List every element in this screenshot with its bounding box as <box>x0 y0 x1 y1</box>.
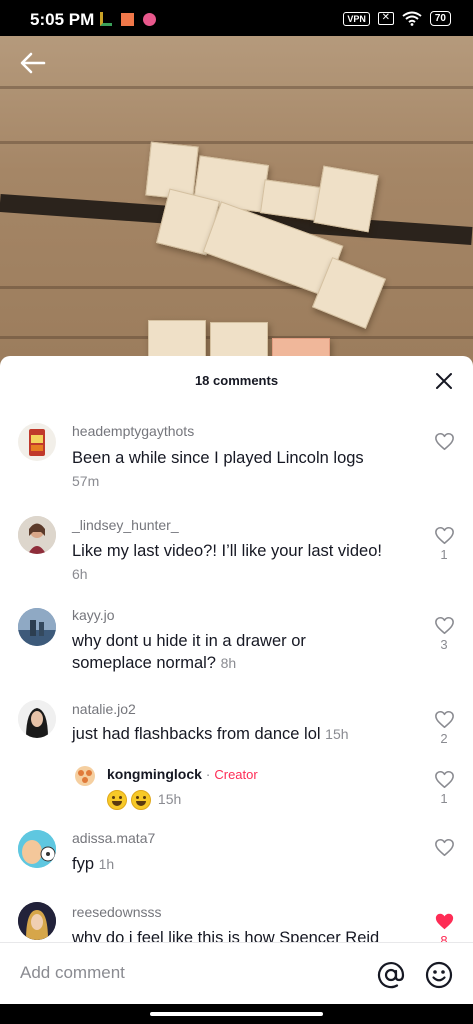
comment-time: 6h <box>72 566 88 582</box>
vpn-icon: VPN <box>343 11 370 26</box>
home-indicator[interactable] <box>150 1012 323 1016</box>
comment-time: 15h <box>325 726 349 742</box>
reply-username[interactable]: kongminglock <box>107 766 202 782</box>
comment-username[interactable]: adissa.mata7 <box>72 830 155 846</box>
comment-body: fyp 1h <box>72 853 372 875</box>
reply-body: 15h <box>107 790 181 810</box>
wood-block <box>148 320 206 360</box>
like-button[interactable]: 1 <box>433 526 455 562</box>
wifi-icon <box>402 11 422 26</box>
system-status: VPN ✕ 70 <box>343 11 451 26</box>
comment-time: 57m <box>72 473 100 489</box>
add-comment-input[interactable]: Add comment <box>20 963 125 983</box>
avatar[interactable] <box>73 764 97 788</box>
comment-text: just had flashbacks from dance lol <box>72 725 321 743</box>
comment-item: heademptygaythots Been a while since I p… <box>0 418 473 498</box>
comment-username[interactable]: natalie.jo2 <box>72 701 136 717</box>
avatar[interactable] <box>18 902 56 940</box>
comment-username[interactable]: _lindsey_hunter_ <box>72 517 179 533</box>
comment-text: why do i feel like this is how Spencer R… <box>72 929 380 942</box>
heart-icon[interactable] <box>434 710 455 729</box>
heart-icon[interactable] <box>434 432 455 451</box>
comment-body: Like my last video?! I’ll like your last… <box>72 540 412 562</box>
like-button[interactable]: 1 <box>433 770 455 806</box>
like-count: 1 <box>440 547 448 562</box>
comment-time: 8h <box>220 655 237 671</box>
like-count: 8 <box>440 933 448 942</box>
comment-text: Like my last video?! I’ll like your last… <box>72 542 382 560</box>
comment-body: Been a while since I played Lincoln logs <box>72 447 402 469</box>
comment-count: 18 comments <box>194 373 279 388</box>
close-icon[interactable] <box>435 372 453 390</box>
avatar[interactable] <box>18 516 56 554</box>
avatar-image <box>18 830 56 868</box>
app-notification-icon <box>121 12 134 26</box>
like-button[interactable]: 3 <box>433 616 455 652</box>
avatar[interactable] <box>18 830 56 868</box>
heart-icon[interactable] <box>434 838 455 857</box>
avatar[interactable] <box>18 608 56 646</box>
reply-separator: · <box>205 766 211 782</box>
emoji-icon[interactable] <box>425 961 453 989</box>
heart-icon[interactable] <box>434 770 455 789</box>
wood-grain <box>0 286 473 289</box>
reply-time: 15h <box>157 791 182 808</box>
battery-icon: 70 <box>429 11 451 26</box>
no-sim-icon: ✕ <box>377 12 394 25</box>
comment-time: 1h <box>98 856 115 872</box>
grinning-emoji <box>107 790 127 810</box>
avatar-image <box>18 516 56 554</box>
like-button[interactable] <box>433 838 455 857</box>
like-button[interactable]: 2 <box>433 710 455 746</box>
comment-username[interactable]: heademptygaythots <box>72 423 194 439</box>
comment-item: natalie.jo2 just had flashbacks from dan… <box>0 696 473 756</box>
reply-item: kongminglock · Creator 15h 1 <box>0 760 473 816</box>
at-icon[interactable] <box>377 961 405 989</box>
comment-item: reesedownsss why do i feel like this is … <box>0 900 473 942</box>
comment-username[interactable]: reesedownsss <box>72 904 162 920</box>
video-background[interactable] <box>0 36 473 376</box>
comment-input-bar: Add comment <box>0 942 473 1004</box>
comment-body: just had flashbacks from dance lol 15h <box>72 723 402 745</box>
avatar-image <box>75 766 95 786</box>
heart-icon[interactable] <box>434 616 455 635</box>
like-button[interactable] <box>433 432 455 451</box>
notification-icons <box>100 12 156 26</box>
reply-header: kongminglock · Creator <box>107 766 258 782</box>
avatar[interactable] <box>18 423 56 461</box>
comment-item: adissa.mata7 fyp 1h <box>0 826 473 886</box>
heart-filled-icon[interactable] <box>434 912 455 931</box>
heart-icon[interactable] <box>434 526 455 545</box>
wood-block <box>313 165 379 233</box>
avatar-image <box>29 429 45 456</box>
comment-text: why dont u hide it in a drawer or somepl… <box>72 632 306 672</box>
status-bar: 5:05 PM VPN ✕ 70 <box>0 0 473 36</box>
status-time: 5:05 PM <box>30 10 95 29</box>
app-notification-icon <box>100 12 112 26</box>
avatar-image <box>18 608 56 646</box>
like-count: 2 <box>440 731 448 746</box>
comment-username[interactable]: kayy.jo <box>72 607 115 623</box>
wood-grain <box>0 141 473 144</box>
app-notification-icon <box>143 12 156 26</box>
comment-body: why do i feel like this is how Spencer R… <box>72 927 412 942</box>
system-nav-bar <box>0 1004 473 1024</box>
comment-text: Been a while since I played Lincoln logs <box>72 449 364 467</box>
grinning-emoji <box>131 790 152 810</box>
creator-badge: Creator <box>214 767 258 782</box>
avatar[interactable] <box>18 700 56 738</box>
comment-item: kayy.jo why dont u hide it in a drawer o… <box>0 602 473 692</box>
comments-header: 18 comments <box>0 356 473 406</box>
like-count: 1 <box>440 791 448 806</box>
like-button[interactable]: 8 <box>433 912 455 942</box>
back-arrow-icon[interactable] <box>18 50 48 76</box>
like-count: 3 <box>440 637 448 652</box>
wood-grain <box>0 86 473 89</box>
avatar-image <box>18 902 56 940</box>
comment-item: _lindsey_hunter_ Like my last video?! I’… <box>0 510 473 590</box>
comment-text: fyp <box>72 855 95 873</box>
comment-body: why dont u hide it in a drawer or somepl… <box>72 630 372 674</box>
comments-sheet: 18 comments heademptygaythots Been a whi… <box>0 356 473 1006</box>
avatar-image <box>18 700 56 738</box>
